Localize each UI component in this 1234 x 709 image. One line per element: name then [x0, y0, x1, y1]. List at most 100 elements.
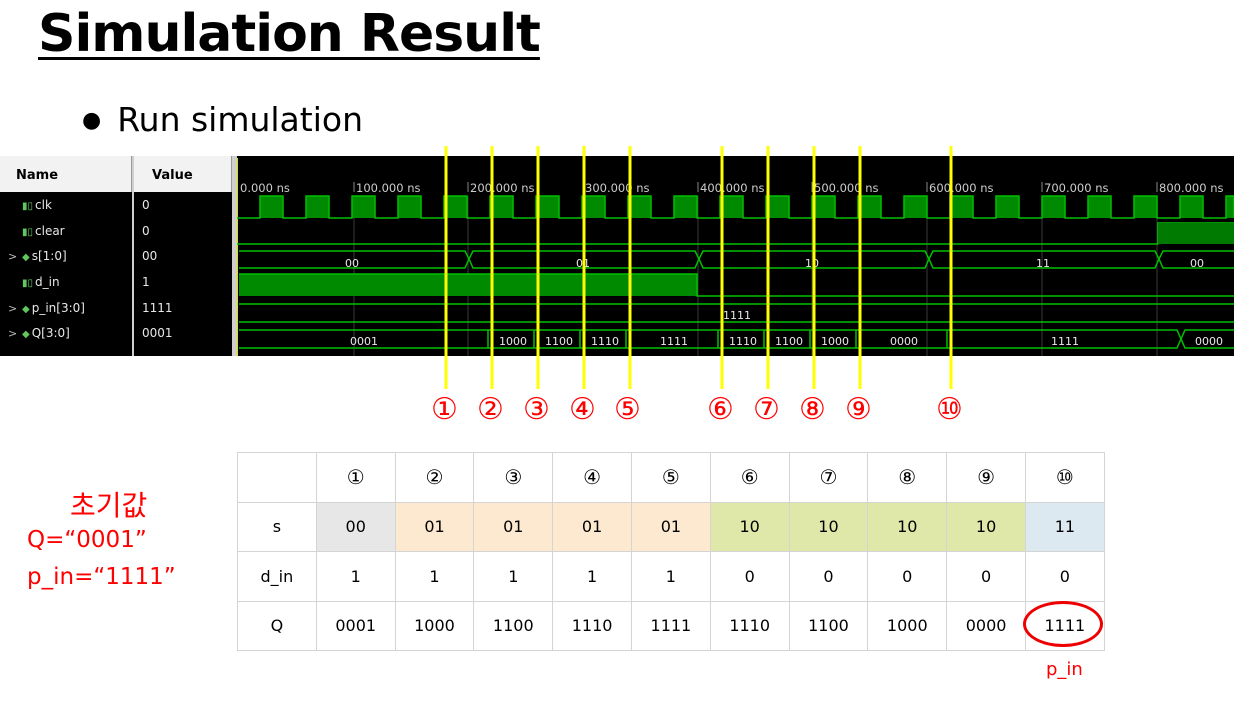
- clk-high-pulse: [628, 196, 651, 218]
- table-cell: 01: [552, 501, 632, 552]
- waveform-viewer: Name ▮▯ clk ▮▯ clear > ◆ s[1:0] ▮▯ d_in > ◆ p_i…: [0, 156, 1234, 356]
- s-segment-label: 00: [1190, 257, 1204, 270]
- table-cell: 1100: [473, 600, 554, 651]
- clk-high-pulse: [444, 196, 467, 218]
- table-cell: 1: [552, 551, 632, 602]
- table-header-cell: ②: [394, 452, 475, 503]
- q-segment-label: 1000: [821, 335, 849, 348]
- row-label: s: [237, 501, 317, 552]
- expand-chevron-icon[interactable]: >: [8, 321, 22, 347]
- table-cell: 01: [473, 501, 554, 552]
- table-header-cell: ④: [552, 452, 632, 503]
- clk-high-pulse: [904, 196, 927, 218]
- s-segment-label: 00: [345, 257, 359, 270]
- time-label: 700.000 ns: [1044, 181, 1109, 195]
- time-label: 400.000 ns: [700, 181, 765, 195]
- value-column-header[interactable]: Value: [134, 156, 232, 192]
- table-cell: 10: [946, 501, 1026, 552]
- initial-p-in-value: p_in=“1111”: [27, 564, 176, 590]
- bit-signal-icon: ▮▯: [22, 201, 34, 212]
- bit-signal-icon: ▮▯: [22, 278, 34, 290]
- s-segment-label: 01: [576, 257, 590, 270]
- q-segment-label: 1100: [775, 335, 803, 348]
- signal-row[interactable]: > ◆ s[1:0]: [0, 243, 132, 269]
- table-cell: 0: [788, 551, 869, 602]
- table-cell: 1: [315, 551, 396, 602]
- clk-high-pulse: [674, 196, 697, 218]
- signal-value: 0: [142, 223, 150, 238]
- table-cell: 1110: [552, 600, 632, 651]
- table-cell: 01: [394, 501, 475, 552]
- time-label: 0.000 ns: [240, 181, 290, 195]
- table-cell: 1100: [788, 600, 869, 651]
- table-cell: 1000: [394, 600, 475, 651]
- table-cell: 0: [1024, 551, 1105, 602]
- table-cell: 1: [394, 551, 475, 602]
- clk-high-pulse: [398, 196, 421, 218]
- expand-chevron-icon[interactable]: >: [8, 244, 22, 270]
- table-row: d_in 1 1 1 1 1 0 0 0 0 0: [237, 551, 1105, 602]
- clk-high-pulse: [1088, 196, 1111, 218]
- waveform-plot[interactable]: 0.000 ns 100.000 ns 200.000 ns 300.000 n…: [237, 156, 1234, 356]
- marker-number: ⑩: [936, 392, 963, 427]
- q-segment-label: 1110: [591, 335, 619, 348]
- time-label: 800.000 ns: [1159, 181, 1224, 195]
- clear-high-fill: [1158, 223, 1234, 244]
- signal-row[interactable]: ▮▯ clear: [0, 218, 132, 244]
- clk-high-pulse: [1134, 196, 1157, 218]
- signal-row[interactable]: ▮▯ d_in: [0, 269, 132, 295]
- highlight-circle: [1023, 601, 1103, 647]
- signal-row[interactable]: ▮▯ clk: [0, 192, 132, 218]
- initial-q-value: Q=“0001”: [27, 527, 147, 553]
- signal-value-column: Value 0 0 00 1 1111 0001: [134, 156, 232, 356]
- table-header-row: ① ② ③ ④ ⑤ ⑥ ⑦ ⑧ ⑨ ⑩: [237, 452, 1105, 503]
- table-cell: 0: [709, 551, 790, 602]
- signal-value: 00: [142, 249, 158, 264]
- table-header-cell: ⑩: [1024, 452, 1105, 503]
- marker-number: ⑦: [753, 392, 780, 427]
- clk-high-pulse: [812, 196, 835, 218]
- clk-high-pulse: [582, 196, 605, 218]
- table-cell: 1: [473, 551, 554, 602]
- results-table: ① ② ③ ④ ⑤ ⑥ ⑦ ⑧ ⑨ ⑩ s 00 01 01 01 01 10 …: [237, 452, 1105, 651]
- clk-high-pulse: [996, 196, 1019, 218]
- clk-high-pulse: [536, 196, 559, 218]
- clk-high-pulse: [766, 196, 789, 218]
- table-row: s 00 01 01 01 01 10 10 10 10 11: [237, 501, 1105, 552]
- marker-number: ②: [477, 392, 504, 427]
- name-column-header[interactable]: Name: [0, 156, 132, 192]
- signal-row[interactable]: > ◆ p_in[3:0]: [0, 295, 132, 321]
- p-in-annotation: p_in: [1046, 659, 1083, 680]
- marker-number: ④: [569, 392, 596, 427]
- table-header-cell: ⑧: [867, 452, 948, 503]
- row-label: d_in: [237, 551, 317, 602]
- q-segment-label: 0000: [890, 335, 918, 348]
- clk-high-pulse: [306, 196, 329, 218]
- marker-number: ①: [431, 392, 458, 427]
- q-segment-label: 0001: [350, 335, 378, 348]
- p-in-value-label: 1111: [723, 309, 751, 322]
- bit-signal-icon: ▮▯: [22, 226, 34, 238]
- q-segment-label: 1100: [545, 335, 573, 348]
- signal-row[interactable]: > ◆ Q[3:0]: [0, 320, 132, 346]
- table-cell: 1110: [709, 600, 790, 651]
- initial-values-heading: 초기값: [70, 489, 148, 522]
- table-header-cell: ⑤: [630, 452, 711, 503]
- q-segment-label: 1110: [729, 335, 757, 348]
- bus-signal-icon: ◆: [22, 303, 30, 315]
- table-row: Q 0001 1000 1100 1110 1111 1110 1100 100…: [237, 600, 1105, 651]
- table-cell: 10: [867, 501, 948, 552]
- marker-number: ⑤: [614, 392, 641, 427]
- table-cell: 10: [709, 501, 790, 552]
- row-label: Q: [237, 600, 317, 651]
- d-in-high-fill: [239, 274, 697, 296]
- table-cell: 1000: [867, 600, 948, 651]
- table-cell: 01: [630, 501, 711, 552]
- signal-value: 0001: [142, 326, 173, 341]
- table-cell: 10: [788, 501, 869, 552]
- expand-chevron-icon[interactable]: >: [8, 296, 22, 322]
- bullet-dot-icon: ●: [82, 108, 102, 133]
- marker-number: ⑨: [845, 392, 872, 427]
- table-header-cell: ⑥: [709, 452, 790, 503]
- signal-value: 0: [142, 198, 150, 212]
